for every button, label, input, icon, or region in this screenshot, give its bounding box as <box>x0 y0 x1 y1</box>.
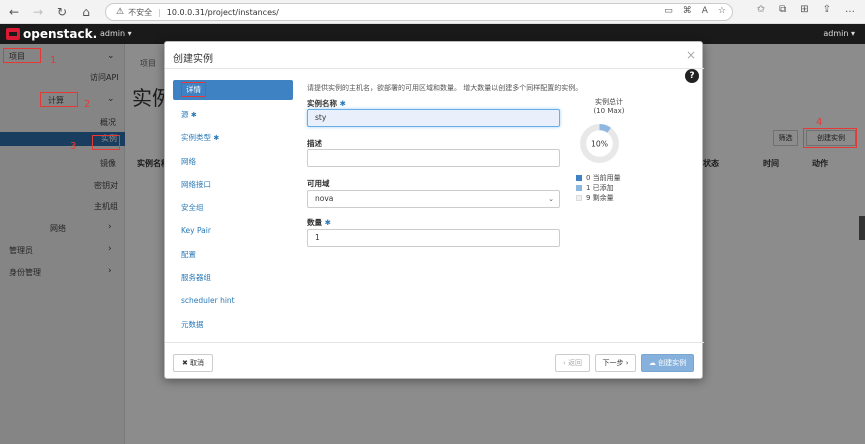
quota-title-text: 实例总计 <box>595 98 623 106</box>
wizard-step-server-groups[interactable]: 服务器组 <box>173 266 293 289</box>
availability-zone-label: 可用域 <box>307 179 330 188</box>
url-separator: | <box>158 7 161 17</box>
wizard-step-source[interactable]: 源 ✱ <box>173 103 293 126</box>
cancel-button[interactable]: ✖ 取消 <box>173 354 213 372</box>
required-icon: ✱ <box>213 134 220 143</box>
annotation-box-3 <box>92 135 120 150</box>
instance-name-input[interactable]: sty <box>307 109 560 127</box>
collections-icon[interactable]: ⊞ <box>800 4 808 15</box>
insecure-label: 不安全 <box>128 7 153 17</box>
legend-text: 1 已添加 <box>586 184 614 192</box>
wizard-step-flavor[interactable]: 实例类型 ✱ <box>173 126 293 149</box>
annotation-number: 2 <box>84 99 91 110</box>
legend-item-used: 0 当前用量 <box>576 173 621 183</box>
text-size-icon[interactable]: A <box>702 6 708 16</box>
wizard-step-label: 网络接口 <box>181 179 211 189</box>
wizard-step-label: 元数据 <box>181 319 204 329</box>
more-icon[interactable]: … <box>845 4 855 15</box>
chevron-down-icon: ⌄ <box>548 195 554 203</box>
help-icon[interactable]: ? <box>685 69 699 83</box>
quota-percent: 10% <box>591 140 608 149</box>
field-label-text: 数量 <box>307 218 322 227</box>
split-screen-icon[interactable]: ⧉ <box>779 4 786 15</box>
description-input[interactable] <box>307 149 560 167</box>
project-switcher[interactable]: admin ▾ <box>100 29 132 38</box>
annotation-box-2 <box>40 92 78 107</box>
cloud-upload-icon: ☁ <box>648 359 656 367</box>
legend-text: 9 剩余量 <box>586 194 614 202</box>
required-icon: ✱ <box>339 99 346 108</box>
back-icon[interactable]: ← <box>4 2 24 22</box>
legend-swatch <box>576 185 582 191</box>
field-label-text: 实例名称 <box>307 99 337 108</box>
reload-icon[interactable]: ↻ <box>52 2 72 22</box>
annotation-box-4 <box>803 128 857 148</box>
required-icon: ✱ <box>324 218 331 227</box>
wizard-step-label: Key Pair <box>181 226 211 236</box>
wizard-step-label: scheduler hint <box>181 296 235 306</box>
quota-subtitle: (10 Max) <box>593 107 625 115</box>
legend-swatch <box>576 195 582 201</box>
logo-text: openstack. <box>23 27 98 41</box>
wizard-step-key-pair[interactable]: Key Pair <box>173 219 293 242</box>
next-button[interactable]: 下一步 › <box>595 354 636 372</box>
favorites-icon[interactable]: ✩ <box>757 4 765 15</box>
launch-instance-modal: 创建实例 × ? 详情 源 ✱ 实例类型 ✱ 网络 网络接口 安全组 Key P… <box>164 41 704 380</box>
instance-name-label: 实例名称 ✱ <box>307 98 346 109</box>
wizard-step-label: 安全组 <box>181 203 204 213</box>
read-aloud-icon[interactable]: ⌘ <box>683 6 692 16</box>
browser-toolbar: ← → ↻ ⌂ ⚠ 不安全 | 10.0.0.31/project/instan… <box>0 0 865 24</box>
annotation-number: 4 <box>816 117 823 128</box>
wizard-step-configuration[interactable]: 配置 <box>173 243 293 266</box>
launch-instance-submit-button[interactable]: ☁ 创建实例 <box>641 354 694 372</box>
availability-zone-select[interactable]: nova ⌄ <box>307 190 560 208</box>
wizard-step-label: 实例类型 <box>181 133 211 143</box>
annotation-number: 1 <box>50 55 57 66</box>
wizard-step-label: 服务器组 <box>181 273 211 283</box>
url-text: 10.0.0.31/project/instances/ <box>166 7 279 17</box>
close-icon[interactable]: × <box>686 48 696 62</box>
legend-swatch <box>576 175 582 181</box>
modal-title: 创建实例 <box>173 54 213 65</box>
annotation-number: 3 <box>70 141 77 152</box>
modal-header: 创建实例 × <box>165 42 704 69</box>
openstack-logo-icon <box>6 28 20 40</box>
launch-button-label: 创建实例 <box>658 359 687 367</box>
share-icon[interactable]: ⇪ <box>823 4 831 15</box>
wizard-step-security-groups[interactable]: 安全组 <box>173 196 293 219</box>
count-input[interactable]: 1 <box>307 229 560 247</box>
address-bar[interactable]: ⚠ 不安全 | 10.0.0.31/project/instances/ ▭ ⌘… <box>105 3 733 21</box>
legend-text: 0 当前用量 <box>586 174 621 182</box>
favorite-icon[interactable]: ☆ <box>718 6 726 16</box>
warning-icon: ⚠ <box>116 7 125 17</box>
wizard-step-networks[interactable]: 网络 <box>173 150 293 173</box>
wizard-step-metadata[interactable]: 元数据 <box>173 313 293 336</box>
required-icon: ✱ <box>190 111 197 119</box>
legend-item-remaining: 9 剩余量 <box>576 193 614 203</box>
user-menu[interactable]: admin ▾ <box>823 29 855 38</box>
wizard-step-label: 详情 <box>181 82 206 97</box>
wizard-step-network-ports[interactable]: 网络接口 <box>173 173 293 196</box>
openstack-logo[interactable]: openstack. <box>6 27 97 41</box>
scrollbar-thumb[interactable] <box>859 216 865 240</box>
description-label: 描述 <box>307 139 322 148</box>
annotation-box-1 <box>3 48 41 63</box>
wizard-step-details[interactable]: 详情 <box>173 80 293 100</box>
legend-item-added: 1 已添加 <box>576 183 614 193</box>
app-icon[interactable]: ▭ <box>664 6 673 16</box>
count-label: 数量 ✱ <box>307 217 331 228</box>
wizard-step-scheduler-hints[interactable]: scheduler hint <box>173 289 293 312</box>
step-description: 请提供实例的主机名，欲部署的可用区域和数量。 增大数量以创建多个同样配置的实例。 <box>307 84 583 92</box>
quota-title: 实例总计 (10 Max) <box>583 97 635 115</box>
wizard-step-label: 源 <box>181 110 189 119</box>
back-button[interactable]: ‹ 返回 <box>555 354 590 372</box>
wizard-nav: 详情 源 ✱ 实例类型 ✱ 网络 网络接口 安全组 Key Pair 配置 服务… <box>173 80 293 336</box>
wizard-step-label: 配置 <box>181 249 196 259</box>
availability-zone-value: nova <box>315 194 334 203</box>
wizard-step-label: 网络 <box>181 156 196 166</box>
forward-icon[interactable]: → <box>28 2 48 22</box>
quota-donut-chart: 10% <box>580 124 619 163</box>
home-icon[interactable]: ⌂ <box>76 2 96 22</box>
modal-footer: ✖ 取消 ‹ 返回 下一步 › ☁ 创建实例 <box>165 342 704 380</box>
